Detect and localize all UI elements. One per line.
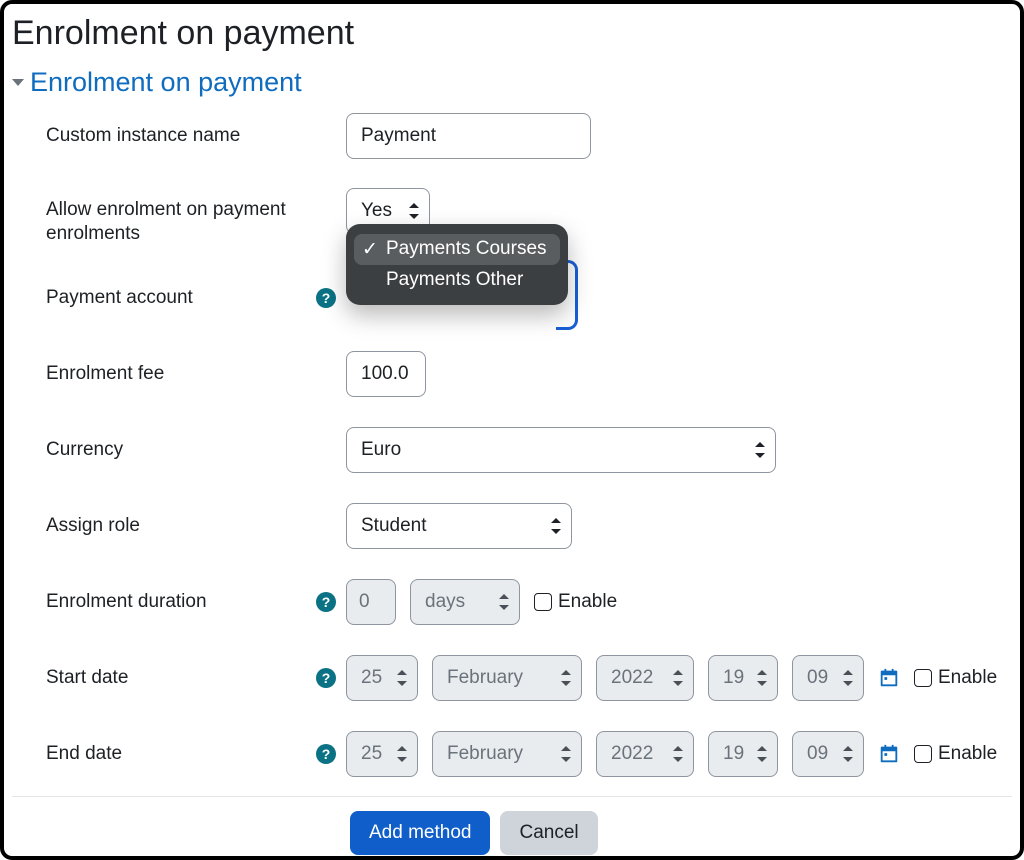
end-year-select[interactable]: 2022 xyxy=(596,731,694,777)
add-method-button[interactable]: Add method xyxy=(350,811,490,855)
sort-icon xyxy=(755,442,765,458)
payment-account-option[interactable]: ✓ Payments Courses xyxy=(354,234,560,265)
currency-value: Euro xyxy=(361,439,401,461)
start-hour-select[interactable]: 19 xyxy=(708,655,778,701)
sort-icon xyxy=(397,746,407,762)
start-minute-select[interactable]: 09 xyxy=(792,655,864,701)
help-icon[interactable]: ? xyxy=(316,744,336,764)
sort-icon xyxy=(673,670,683,686)
label-start-date: Start date xyxy=(46,666,128,690)
sort-icon xyxy=(757,746,767,762)
assign-role-value: Student xyxy=(361,515,427,537)
end-enable-toggle[interactable]: Enable xyxy=(914,743,997,765)
label-assign-role: Assign role xyxy=(46,514,140,538)
label-custom-name: Custom instance name xyxy=(46,124,240,148)
section-title: Enrolment on payment xyxy=(30,67,302,98)
label-end-date: End date xyxy=(46,742,122,766)
sort-icon xyxy=(561,670,571,686)
check-icon: ✓ xyxy=(362,238,378,261)
currency-select[interactable]: Euro xyxy=(346,427,776,473)
label-allow-enrol: Allow enrolment on payment enrolments xyxy=(46,198,306,246)
duration-enable-toggle[interactable]: Enable xyxy=(534,591,617,613)
help-icon[interactable]: ? xyxy=(316,288,336,308)
payment-account-option[interactable]: Payments Other xyxy=(354,265,560,295)
sort-icon xyxy=(409,203,419,219)
enable-label: Enable xyxy=(558,591,617,613)
enable-label: Enable xyxy=(938,667,997,689)
sort-icon xyxy=(843,746,853,762)
label-fee: Enrolment fee xyxy=(46,362,164,386)
calendar-icon[interactable] xyxy=(878,667,900,689)
end-month-select[interactable]: February xyxy=(432,731,582,777)
sort-icon xyxy=(757,670,767,686)
start-month-select[interactable]: February xyxy=(432,655,582,701)
label-payment-account: Payment account xyxy=(46,286,193,310)
label-duration: Enrolment duration xyxy=(46,590,207,614)
allow-enrol-value: Yes xyxy=(361,200,392,222)
end-day-select[interactable]: 25 xyxy=(346,731,418,777)
checkbox-icon xyxy=(914,669,932,687)
calendar-icon[interactable] xyxy=(878,743,900,765)
start-enable-toggle[interactable]: Enable xyxy=(914,667,997,689)
sort-icon xyxy=(551,518,561,534)
help-icon[interactable]: ? xyxy=(316,668,336,688)
fee-input[interactable] xyxy=(346,351,426,397)
sort-icon xyxy=(561,746,571,762)
assign-role-select[interactable]: Student xyxy=(346,503,572,549)
end-hour-select[interactable]: 19 xyxy=(708,731,778,777)
duration-unit-value: days xyxy=(425,591,465,613)
enable-label: Enable xyxy=(938,743,997,765)
option-label: Payments Courses xyxy=(386,238,547,260)
start-day-select[interactable]: 25 xyxy=(346,655,418,701)
sort-icon xyxy=(843,670,853,686)
custom-name-input[interactable] xyxy=(346,113,591,159)
payment-account-dropdown: ✓ Payments Courses Payments Other xyxy=(346,224,568,305)
chevron-down-icon xyxy=(12,79,24,86)
start-year-select[interactable]: 2022 xyxy=(596,655,694,701)
page-title: Enrolment on payment xyxy=(12,14,1012,53)
duration-unit-select[interactable]: days xyxy=(410,579,520,625)
section-toggle[interactable]: Enrolment on payment xyxy=(12,67,1012,98)
option-label: Payments Other xyxy=(386,269,523,291)
checkbox-icon xyxy=(534,593,552,611)
label-currency: Currency xyxy=(46,438,123,462)
sort-icon xyxy=(397,670,407,686)
sort-icon xyxy=(673,746,683,762)
help-icon[interactable]: ? xyxy=(316,592,336,612)
checkbox-icon xyxy=(914,745,932,763)
duration-value-input[interactable]: 0 xyxy=(346,579,396,625)
cancel-button[interactable]: Cancel xyxy=(500,811,597,855)
end-minute-select[interactable]: 09 xyxy=(792,731,864,777)
sort-icon xyxy=(499,594,509,610)
